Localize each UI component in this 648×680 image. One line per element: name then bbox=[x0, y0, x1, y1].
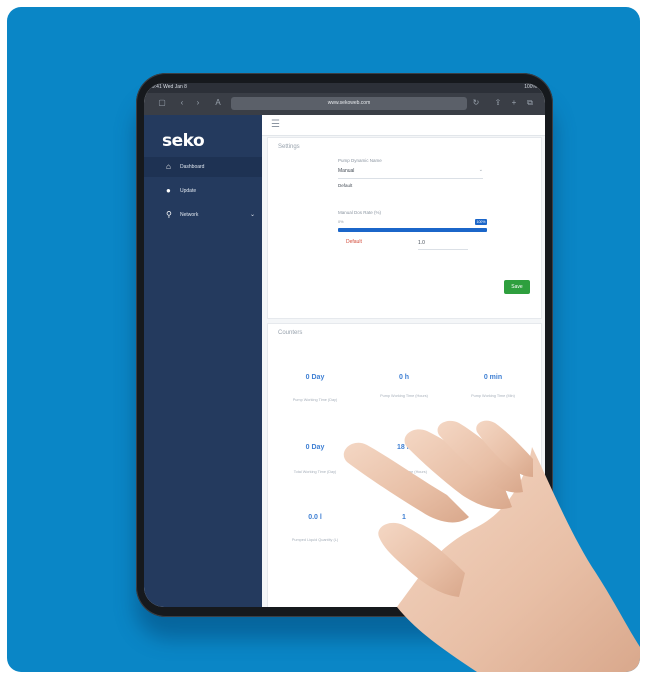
photo-backdrop: 9:41 Wed Jan 8 100% ▢ ‹ › A www.sekoweb.… bbox=[7, 7, 640, 672]
hand-illustration bbox=[343, 420, 640, 672]
